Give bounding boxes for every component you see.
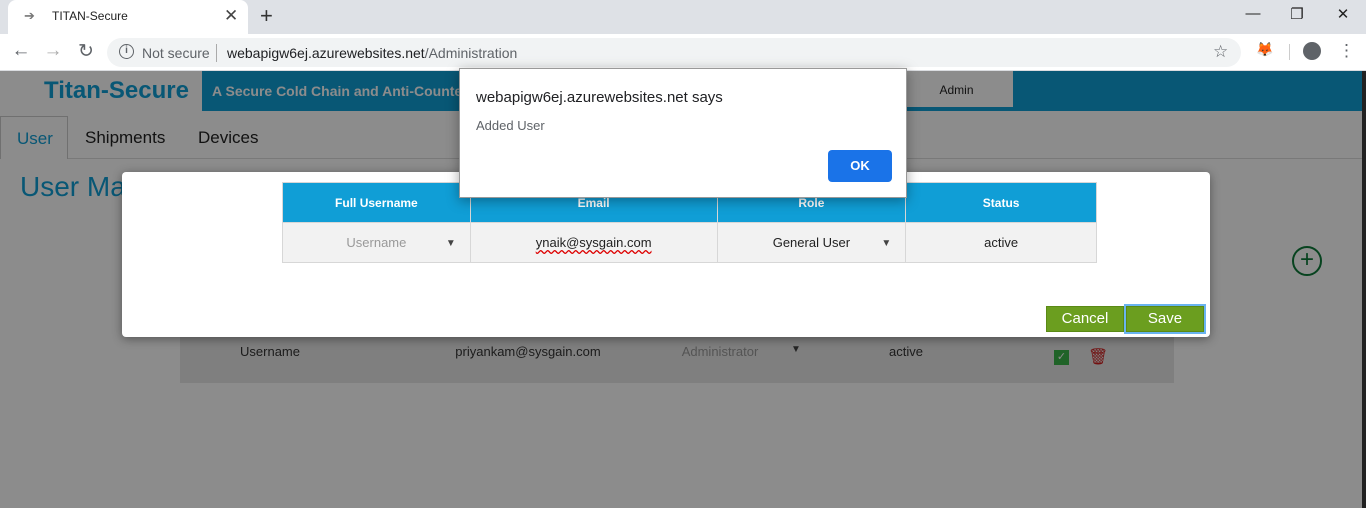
chevron-down-icon[interactable]: ▼ xyxy=(881,238,891,249)
table-row: Username ▼ ynaik@sysgain.com General User… xyxy=(282,222,1097,263)
profile-icon[interactable] xyxy=(1303,42,1321,60)
save-button[interactable]: Save xyxy=(1124,304,1206,334)
role-value: General User xyxy=(772,235,851,250)
close-tab-icon[interactable]: ✕ xyxy=(224,6,238,26)
url-path: /Administration xyxy=(424,45,518,61)
ok-button[interactable]: OK xyxy=(828,150,892,182)
chevron-down-icon[interactable]: ▼ xyxy=(446,238,456,249)
info-icon[interactable]: i xyxy=(119,44,134,59)
alert-dialog: webapigw6ej.azurewebsites.net says Added… xyxy=(459,68,907,198)
maximize-button[interactable]: ❐ xyxy=(1287,5,1307,23)
url-text[interactable]: webapigw6ej.azurewebsites.net/Administra… xyxy=(227,45,517,61)
toolbar-divider xyxy=(1289,44,1290,60)
alert-title: webapigw6ej.azurewebsites.net says xyxy=(476,89,723,106)
url-host: webapigw6ej.azurewebsites.net xyxy=(227,45,425,61)
col-full-username: Full Username xyxy=(282,182,471,223)
address-bar[interactable]: i Not secure webapigw6ej.azurewebsites.n… xyxy=(107,38,1241,67)
bookmark-star-icon[interactable]: ☆ xyxy=(1213,42,1228,62)
status-value: active xyxy=(984,235,1019,250)
browser-tab[interactable]: ➔ TITAN-Secure ✕ xyxy=(8,0,248,34)
url-divider xyxy=(216,44,217,62)
metamask-extension-icon[interactable]: 🦊 xyxy=(1256,41,1273,58)
username-select[interactable]: Username ▼ xyxy=(282,222,471,263)
back-icon[interactable]: ← xyxy=(10,40,32,62)
window-edge xyxy=(1362,71,1366,508)
email-cell[interactable]: ynaik@sysgain.com xyxy=(469,222,718,263)
browser-tabbar: ➔ TITAN-Secure ✕ + — ❐ ✕ xyxy=(0,0,1366,34)
redirect-icon: ➔ xyxy=(24,8,35,23)
status-cell: active xyxy=(905,222,1097,263)
new-tab-button[interactable]: + xyxy=(260,3,273,29)
col-status: Status xyxy=(905,182,1097,223)
minimize-button[interactable]: — xyxy=(1243,5,1263,22)
tab-title: TITAN-Secure xyxy=(52,9,128,23)
not-secure-label[interactable]: Not secure xyxy=(142,45,210,61)
cancel-button[interactable]: Cancel xyxy=(1046,306,1124,332)
email-value: ynaik@sysgain.com xyxy=(535,235,652,250)
username-placeholder: Username xyxy=(346,235,407,250)
role-select[interactable]: General User ▼ xyxy=(716,222,907,263)
forward-icon[interactable]: → xyxy=(42,40,64,62)
alert-message: Added User xyxy=(476,118,545,133)
close-window-button[interactable]: ✕ xyxy=(1333,5,1353,23)
chrome-menu-icon[interactable]: ⋮ xyxy=(1338,41,1355,61)
browser-toolbar: ← → ↻ i Not secure webapigw6ej.azurewebs… xyxy=(0,34,1366,71)
reload-icon[interactable]: ↻ xyxy=(75,40,97,63)
